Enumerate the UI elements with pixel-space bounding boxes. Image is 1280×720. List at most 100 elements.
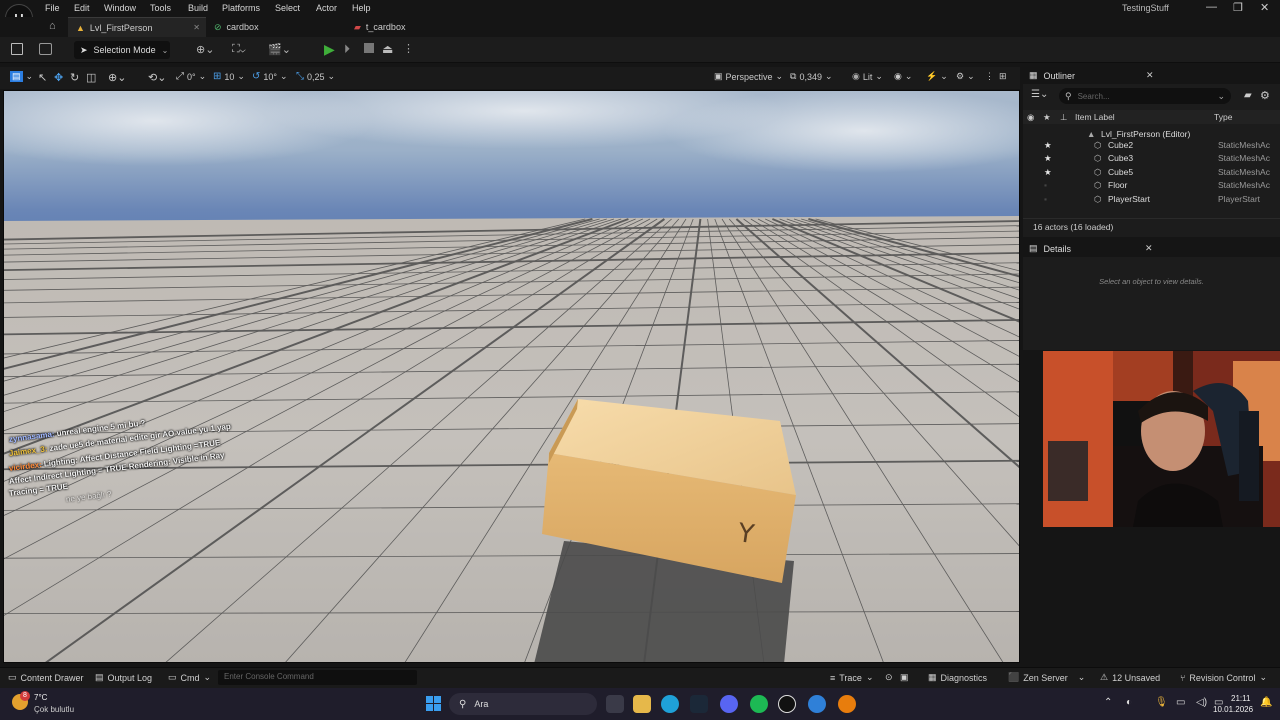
more-icon[interactable]: ⋮ — [403, 42, 414, 55]
close-icon[interactable]: ✕ — [1146, 70, 1154, 81]
tab-lvl-firstperson[interactable]: ▲ Lvl_FirstPerson ✕ — [68, 17, 206, 37]
volume-icon[interactable]: ◁) — [1196, 697, 1207, 708]
surface-snap-icon[interactable]: ⟲⌄ — [148, 71, 166, 84]
show-flags-dropdown[interactable]: ◉ ⌄ — [894, 71, 912, 82]
menu-help[interactable]: Help — [352, 3, 371, 13]
diagnostics-button[interactable]: ▦ Diagnostics — [928, 672, 987, 683]
tab-t-cardbox[interactable]: ▰ t_cardbox — [346, 17, 486, 37]
menu-actor[interactable]: Actor — [316, 3, 337, 13]
screenshot-icon[interactable]: ▣ — [900, 672, 909, 683]
favorite-star-icon[interactable]: ▪ — [1044, 194, 1047, 204]
favorite-star-icon[interactable]: ★ — [1044, 140, 1052, 151]
restore-button[interactable]: ❐ — [1233, 1, 1243, 14]
cinematics-icon[interactable]: 🎬⌄ — [268, 43, 291, 56]
network-icon[interactable]: ▭ — [1176, 697, 1185, 708]
unsaved-button[interactable]: ⚠ 12 Unsaved — [1100, 672, 1160, 683]
tab-cardbox[interactable]: ⊘ cardbox — [206, 17, 346, 37]
rotate-snap-value: 10° — [263, 71, 278, 82]
search-input[interactable]: Search... — [1078, 92, 1110, 101]
realtime-dropdown[interactable]: ⚡ ⌄ — [926, 71, 948, 82]
blueprint-icon[interactable]: ⛶⌄ — [232, 43, 246, 56]
outliner-row[interactable]: ▪ ⬡ PlayerStart PlayerStart — [1023, 194, 1280, 207]
steam-icon[interactable] — [690, 695, 708, 713]
app-icon[interactable] — [808, 695, 826, 713]
add-actor-icon[interactable]: ⊕⌄ — [196, 43, 214, 56]
favorite-star-icon[interactable]: ▪ — [1044, 180, 1047, 190]
console-command-input[interactable]: Enter Console Command — [218, 670, 417, 685]
scale-snap-toggle[interactable]: ⤡ 0,25 ⌄ — [296, 71, 335, 82]
windows-start-icon[interactable] — [426, 696, 441, 711]
options-icon[interactable]: ⋮ — [985, 71, 994, 82]
outliner-root-row[interactable]: ▲ Lvl_FirstPerson (Editor) — [1023, 127, 1280, 140]
notification-bell-icon[interactable]: 🔔 — [1260, 697, 1272, 708]
menu-platforms[interactable]: Platforms — [222, 3, 260, 13]
file-explorer-icon[interactable] — [633, 695, 651, 713]
menu-window[interactable]: Window — [104, 3, 136, 13]
tray-chevron-icon[interactable]: ⌃ — [1104, 697, 1112, 708]
microphone-icon[interactable]: 🎙 — [1155, 697, 1168, 708]
folder-add-icon[interactable]: ▰ — [1244, 90, 1252, 101]
blender-icon[interactable] — [838, 695, 856, 713]
cmd-dropdown[interactable]: ▭ Cmd ⌄ — [168, 672, 211, 683]
save-icon[interactable] — [11, 43, 23, 55]
settings-dropdown[interactable]: ⚙ ⌄ — [956, 71, 975, 82]
clock-date[interactable]: 10.01.2026 — [1213, 705, 1253, 714]
select-tool-icon[interactable]: ↖ — [38, 71, 47, 84]
col-type[interactable]: Type — [1214, 112, 1232, 122]
grid-size-toggle[interactable]: ⊞ 10 ⌄ — [213, 71, 245, 82]
content-drawer-button[interactable]: ▭ Content Drawer — [8, 672, 84, 683]
lit-dropdown[interactable]: ◉ Lit ⌄ — [852, 71, 883, 82]
minimize-button[interactable]: — — [1206, 1, 1217, 13]
close-window-button[interactable]: ✕ — [1260, 1, 1269, 14]
rotation-snap-toggle[interactable]: ↺ 10° ⌄ — [252, 71, 288, 82]
home-icon[interactable]: ⌂ — [49, 20, 56, 32]
world-icon[interactable]: ⊕⌄ — [108, 71, 126, 84]
revision-control-dropdown[interactable]: ⑂ Revision Control ⌄ — [1180, 672, 1267, 683]
edge-icon[interactable] — [661, 695, 679, 713]
camera-speed-dropdown[interactable]: ⧉ 0,349 ⌄ — [790, 71, 833, 82]
grid-snap-toggle[interactable]: ⤢ 0° ⌄ — [176, 71, 206, 82]
unreal-engine-icon[interactable] — [778, 695, 796, 713]
record-icon[interactable]: ⊙ — [885, 672, 893, 683]
move-tool-icon[interactable]: ✥ — [54, 71, 63, 84]
zen-server-dropdown[interactable]: ⬛ Zen Server ⌄ — [1008, 672, 1085, 683]
rotate-tool-icon[interactable]: ↻ — [70, 71, 79, 84]
menu-edit[interactable]: Edit — [74, 3, 90, 13]
advance-frame-icon[interactable]: ⏵ — [344, 42, 350, 57]
eject-icon[interactable]: ⏏ — [382, 42, 393, 56]
outliner-search[interactable]: ⚲ Search... ⌄ — [1059, 88, 1231, 104]
menu-tools[interactable]: Tools — [150, 3, 171, 13]
col-item-label[interactable]: Item Label — [1075, 112, 1115, 122]
outliner-row[interactable]: ★ ⬡ Cube2 StaticMeshAc — [1023, 140, 1280, 153]
level-viewport[interactable]: Y zynnasama: unreal engine 5 mi bu ? Jaim… — [3, 90, 1020, 663]
task-view-icon[interactable] — [606, 695, 624, 713]
hamburger-icon[interactable]: ▤ ⌄ — [10, 71, 33, 82]
favorite-star-icon[interactable]: ★ — [1044, 153, 1052, 164]
scale-tool-icon[interactable]: ◫ — [86, 71, 96, 84]
tab-close-icon[interactable]: ✕ — [193, 23, 200, 32]
menu-file[interactable]: File — [45, 3, 60, 13]
outliner-row[interactable]: ★ ⬡ Cube5 StaticMeshAc — [1023, 167, 1280, 180]
filter-button[interactable]: ☰⌄ — [1031, 89, 1048, 100]
menu-build[interactable]: Build — [188, 3, 208, 13]
tray-app-icon[interactable]: ◐ — [1126, 697, 1132, 708]
browse-icon[interactable] — [39, 43, 52, 55]
menu-select[interactable]: Select — [275, 3, 300, 13]
play-icon[interactable]: ▶ — [324, 41, 335, 58]
outliner-row[interactable]: ▪ ⬡ Floor StaticMeshAc — [1023, 180, 1280, 193]
trace-dropdown[interactable]: ≡ Trace ⌄ — [830, 672, 873, 683]
spotify-icon[interactable] — [750, 695, 768, 713]
discord-icon[interactable] — [720, 695, 738, 713]
clock-time[interactable]: 21:11 — [1231, 694, 1250, 703]
outliner-row[interactable]: ★ ⬡ Cube3 StaticMeshAc — [1023, 153, 1280, 166]
gear-icon[interactable]: ⚙ — [1260, 89, 1270, 102]
taskbar-search[interactable]: ⚲ Ara — [449, 693, 597, 715]
favorite-star-icon[interactable]: ★ — [1044, 167, 1052, 178]
layout-icon[interactable]: ⊞ — [999, 71, 1007, 82]
output-log-button[interactable]: ▤ Output Log — [95, 672, 152, 683]
close-icon[interactable]: ✕ — [1145, 243, 1153, 254]
tab-label: Lvl_FirstPerson — [89, 22, 153, 33]
perspective-dropdown[interactable]: ▣ Perspective ⌄ — [714, 71, 783, 82]
stop-icon[interactable] — [364, 43, 374, 53]
selection-mode-dropdown[interactable]: ➤ Selection Mode ⌄ — [74, 41, 170, 59]
